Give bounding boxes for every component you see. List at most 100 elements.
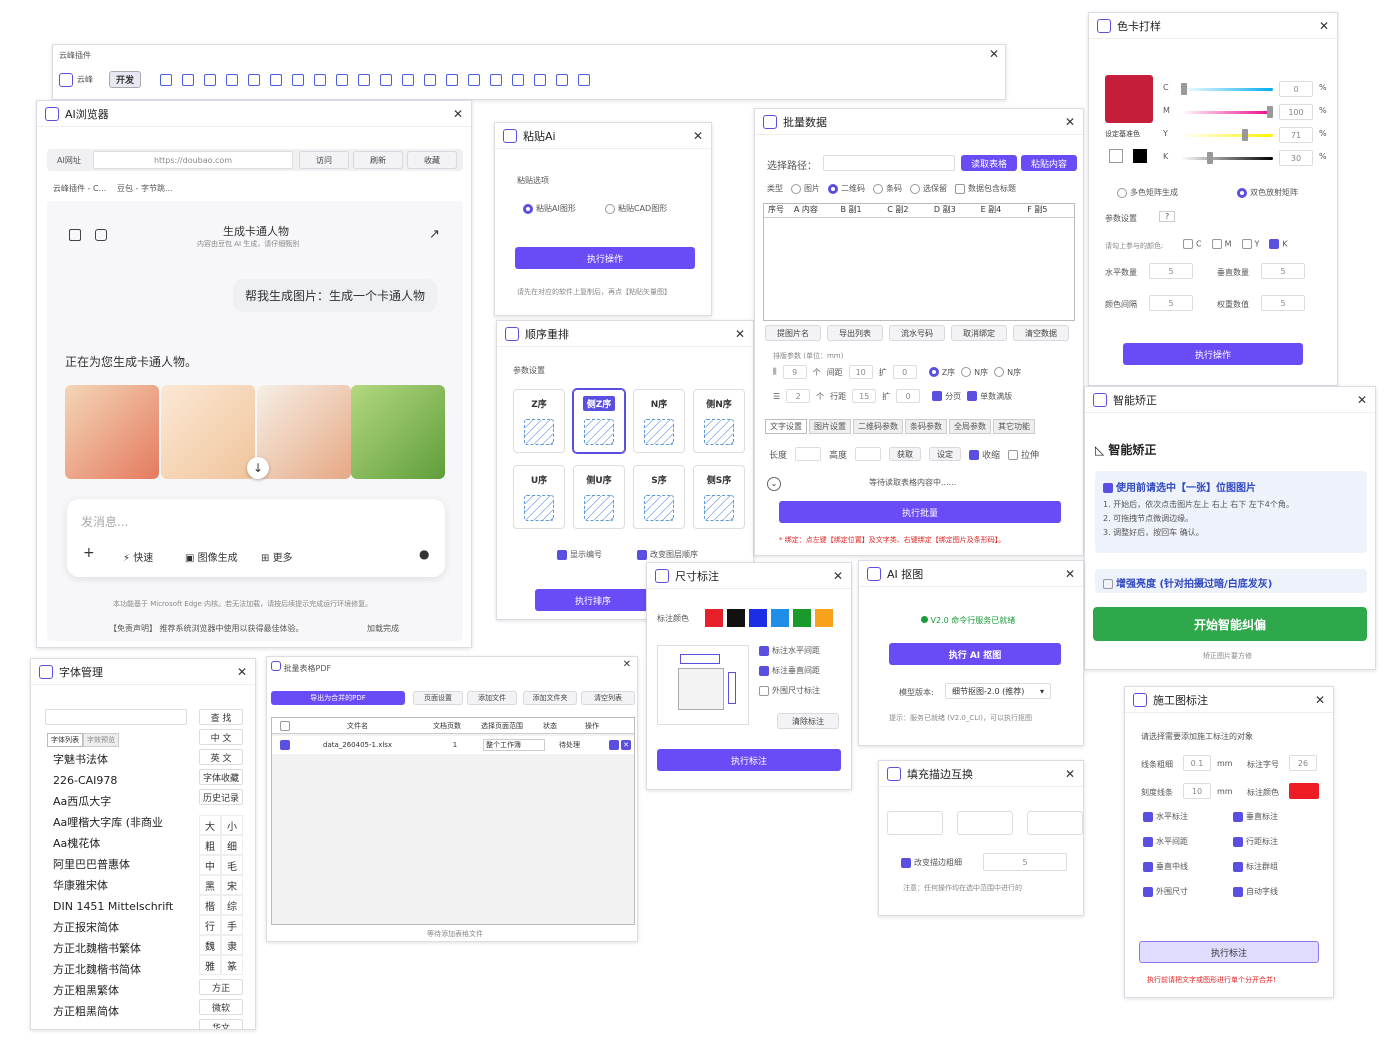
tab-plugin[interactable]: 云峰插件 - C... [53,183,106,194]
paste-content-button[interactable]: 粘贴内容 [1021,155,1077,171]
font-close-icon[interactable]: ✕ [237,665,247,679]
construction-option-0[interactable]: 水平标注 [1143,811,1233,822]
dim-color-swatch-0[interactable] [705,609,723,627]
favorite-button[interactable]: 收藏 [407,151,457,169]
generated-image-4[interactable] [351,385,445,479]
swap-fill-stroke-icon[interactable] [887,811,943,835]
tab-other-functions[interactable]: 其它功能 [993,419,1035,434]
dimension-close-icon[interactable]: ✕ [833,569,843,583]
paste-cad-radio[interactable]: 粘贴CAD图形 [605,203,667,214]
url-input[interactable]: https://doubao.com [93,151,293,169]
construction-option-7[interactable]: 自动字线 [1233,886,1323,897]
generated-image-3[interactable] [257,385,351,479]
font-list-item[interactable]: 方正粗黑简体 [53,1001,187,1022]
font-btn-1[interactable]: 中 文 [199,729,243,745]
tool-11-icon[interactable] [380,73,393,86]
font-category-15[interactable]: 篆 [221,955,243,975]
mic-icon[interactable]: ● [419,547,429,561]
font-category-12[interactable]: 魏 [199,935,221,955]
type-barcode-radio[interactable]: 条码 [873,183,902,194]
order-side-n[interactable]: 侧N序 [693,389,745,453]
clear-data-button[interactable]: 清空数据 [1013,325,1069,341]
dim-color-swatch-4[interactable] [793,609,811,627]
stretch-checkbox[interactable]: 拉伸 [1008,448,1039,461]
tool-3-icon[interactable] [204,73,217,86]
ck-y-checkbox[interactable]: Y [1241,239,1259,249]
select-all-checkbox[interactable] [280,720,290,731]
channel-y-input[interactable]: 71 [1279,127,1313,143]
channel-c-input[interactable]: 0 [1279,81,1313,97]
export-list-button[interactable]: 导出列表 [827,325,883,341]
font-list-item[interactable]: 阿里巴巴普惠体 [53,854,187,875]
clear-dimension-button[interactable]: 清除标注 [777,713,839,729]
channel-c-slider[interactable] [1181,88,1273,91]
edit-icon[interactable] [95,229,107,241]
dev-button[interactable]: 开发 [109,71,142,88]
tool-15-icon[interactable] [468,73,481,86]
show-number-checkbox[interactable]: 显示编号 [557,549,602,560]
tool-16-icon[interactable] [490,73,503,86]
font-category-14[interactable]: 雅 [199,955,221,975]
stroke-to-fill-icon[interactable] [1027,811,1083,835]
length-input[interactable] [795,447,822,461]
smart-close-icon[interactable]: ✕ [1357,393,1367,407]
font-list-item[interactable]: 226-CAI978 [53,770,187,791]
order-close-icon[interactable]: ✕ [735,327,745,341]
channel-y-thumb[interactable] [1242,129,1249,141]
image-name-button[interactable]: 提图片名 [765,325,821,341]
channel-k-input[interactable]: 30 [1279,150,1313,166]
gap-value-input[interactable]: 5 [1149,295,1193,311]
construction-exec-button[interactable]: 执行标注 [1139,941,1319,963]
order-n2-radio[interactable]: N序 [994,367,1021,378]
browser-close-icon[interactable]: ✕ [453,107,463,121]
order-u[interactable]: U序 [513,465,565,529]
font-size-input[interactable]: 26 [1289,755,1317,771]
font-tail-1[interactable]: 微软 [199,999,243,1015]
table-row[interactable]: data_260405-1.xlsx 1 整个工作簿 待处理 ✕ [272,736,634,754]
font-list-item[interactable]: 方正北魏楷书繁体 [53,938,187,959]
construction-option-3[interactable]: 行距标注 [1233,836,1323,847]
include-title-checkbox[interactable]: 数据包含标题 [955,183,1016,194]
change-layer-checkbox[interactable]: 改变图层顺序 [637,549,698,560]
refresh-button[interactable]: 刷新 [353,151,403,169]
paste-exec-button[interactable]: 执行操作 [515,247,695,269]
tool-20-icon[interactable] [578,73,591,86]
order-s[interactable]: S序 [633,465,685,529]
paste-ai-radio[interactable]: 粘贴AI图形 [523,203,576,214]
tab-text-settings[interactable]: 文字设置 [765,419,807,434]
line-width-input[interactable]: 0.1 [1183,755,1211,771]
rowgap-input[interactable]: 15 [852,389,877,403]
more-button[interactable]: ⊞ 更多 [261,549,293,564]
construction-option-6[interactable]: 外围尺寸 [1143,886,1233,897]
tool-4-icon[interactable] [226,73,239,86]
tab-font-preview[interactable]: 字效预览 [83,733,119,747]
dim-color-swatch-5[interactable] [815,609,833,627]
font-list-item[interactable]: 方正报宋简体 [53,917,187,938]
row-checkbox[interactable] [280,740,290,750]
image-gen-button[interactable]: ▣ 图像生成 [185,549,238,564]
channel-c-thumb[interactable] [1181,83,1187,95]
ai-cutout-exec-button[interactable]: 执行 AI 抠图 [889,643,1061,665]
tool-9-icon[interactable] [336,73,349,86]
tool-12-icon[interactable] [402,73,415,86]
tool-14-icon[interactable] [446,73,459,86]
pdf-close-icon[interactable]: ✕ [623,659,631,670]
construction-close-icon[interactable]: ✕ [1315,693,1325,707]
font-category-8[interactable]: 楷 [199,895,221,915]
enhance-checkbox[interactable]: 增强亮度 (针对拍摄过暗/白底发灰) [1095,569,1367,593]
order-side-s[interactable]: 侧S序 [693,465,745,529]
order-n-radio[interactable]: N序 [961,367,988,378]
white-swatch[interactable] [1109,149,1123,163]
tool-17-icon[interactable] [512,73,525,86]
channel-k-slider[interactable] [1181,157,1273,160]
add-icon[interactable]: + [83,545,95,561]
font-list-item[interactable]: DIN 1451 Mittelschrift [53,896,187,917]
label-color-swatch[interactable] [1289,783,1319,799]
order-side-z[interactable]: 侧Z序 [573,389,625,453]
expand-input[interactable]: 0 [892,365,917,379]
tool-10-icon[interactable] [358,73,371,86]
cols-count[interactable]: 9 [782,365,807,379]
tool-6-icon[interactable] [270,73,283,86]
tool-7-icon[interactable] [292,73,305,86]
paste-close-icon[interactable]: ✕ [693,129,703,143]
